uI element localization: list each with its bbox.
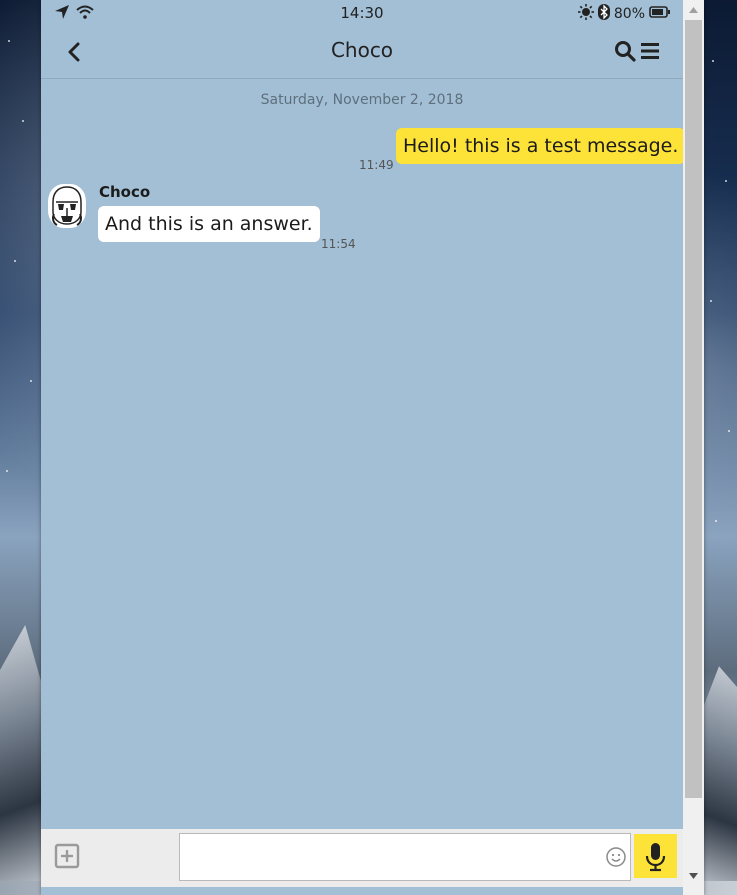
scroll-down-arrow[interactable] [683, 866, 704, 886]
sender-name: Choco [99, 183, 151, 201]
battery-icon [649, 6, 671, 22]
menu-button[interactable] [639, 39, 661, 63]
microphone-icon [645, 843, 666, 872]
message-composer [41, 829, 683, 887]
stormtrooper-avatar-icon [52, 186, 82, 226]
chat-title: Choco [330, 38, 394, 62]
hamburger-menu-icon [641, 43, 659, 59]
message-time: 11:54 [321, 237, 356, 251]
microphone-button[interactable] [634, 834, 677, 878]
plus-square-icon [54, 843, 80, 869]
smiley-icon [606, 847, 626, 867]
chat-header: Choco [41, 26, 683, 79]
chat-window: 14:30 80% Choco Saturday, November 2, 20… [41, 0, 704, 895]
vertical-scrollbar[interactable] [683, 0, 704, 895]
bluetooth-icon [597, 4, 610, 24]
scroll-up-arrow[interactable] [683, 0, 704, 20]
avatar[interactable] [48, 184, 86, 228]
status-bar: 14:30 80% [41, 0, 683, 26]
date-separator: Saturday, November 2, 2018 [260, 92, 464, 108]
scrollbar-thumb[interactable] [685, 20, 702, 798]
incoming-message-bubble[interactable]: And this is an answer. [98, 206, 320, 242]
search-button[interactable] [613, 39, 637, 63]
message-input[interactable] [179, 833, 631, 881]
battery-label: 80% [613, 6, 645, 22]
attach-button[interactable] [54, 843, 80, 869]
message-time: 11:49 [359, 158, 394, 172]
brightness-icon [577, 4, 594, 24]
emoji-button[interactable] [605, 846, 627, 868]
outgoing-message-bubble[interactable]: Hello! this is a test message. [396, 128, 686, 164]
search-icon [615, 41, 636, 62]
